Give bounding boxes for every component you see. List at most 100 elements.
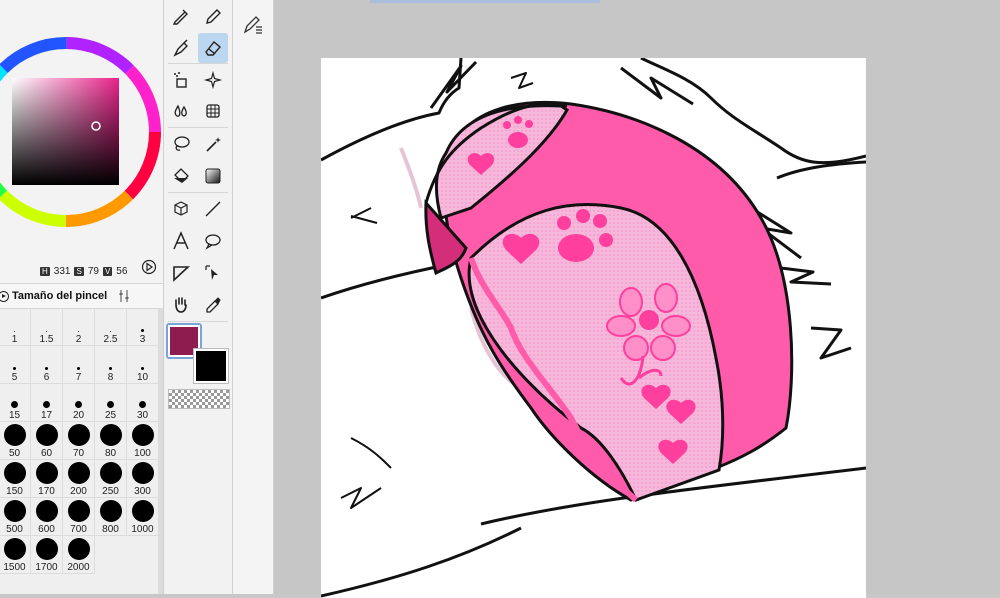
brush-size-dot xyxy=(75,401,82,408)
brush-size-option[interactable]: 1700 xyxy=(31,536,63,574)
brush-size-option[interactable]: 1500 xyxy=(0,536,31,574)
brush-size-option[interactable]: 100 xyxy=(127,422,159,460)
brush-size-dot xyxy=(3,424,26,446)
brush-size-option[interactable]: 170 xyxy=(31,460,63,498)
gradient-tool[interactable] xyxy=(198,161,228,191)
brush-size-option[interactable]: 600 xyxy=(31,498,63,536)
s-label: S xyxy=(74,267,84,276)
brush-size-dot xyxy=(131,462,154,484)
hand-tool[interactable] xyxy=(166,290,196,320)
eyedropper-tool[interactable] xyxy=(198,290,228,320)
brush-size-dot xyxy=(141,329,144,332)
brush-size-dot xyxy=(99,424,122,446)
settings-sliders-icon[interactable] xyxy=(117,289,131,303)
speech-bubble-tool[interactable] xyxy=(198,226,228,256)
brush-size-label: 1 xyxy=(11,334,18,345)
hsv-readout: H 331 S 79 V 56 xyxy=(40,266,127,277)
brush-size-dot xyxy=(78,331,79,332)
sub-color-swatch[interactable] xyxy=(193,348,229,384)
brush-size-option[interactable]: 25 xyxy=(95,384,127,422)
brush-size-label: 15 xyxy=(8,410,21,421)
brush-size-label: 7 xyxy=(75,372,82,383)
transparent-color-swatch[interactable] xyxy=(168,389,230,409)
spray-tool[interactable] xyxy=(166,65,196,95)
brush-size-option[interactable]: 17 xyxy=(31,384,63,422)
brush-size-title: Tamaño del pincel xyxy=(12,290,108,302)
brush-size-label: 10 xyxy=(136,372,149,383)
water-tool[interactable] xyxy=(166,96,196,126)
brush-size-dot xyxy=(35,500,58,522)
brush-size-option[interactable]: 250 xyxy=(95,460,127,498)
text-tool[interactable] xyxy=(166,226,196,256)
brush-size-dot xyxy=(67,462,90,484)
color-wheel[interactable] xyxy=(0,0,163,283)
brush-size-label: 2 xyxy=(75,334,82,345)
brush-size-option[interactable]: 6 xyxy=(31,346,63,384)
h-label: H xyxy=(40,267,50,276)
eraser-tool[interactable] xyxy=(198,33,228,63)
brush-size-option[interactable]: 300 xyxy=(127,460,159,498)
brush-size-option[interactable]: 3 xyxy=(127,308,159,346)
brush-size-label: 500 xyxy=(6,524,23,535)
3d-tool[interactable] xyxy=(166,194,196,224)
brush-size-option[interactable]: 30 xyxy=(127,384,159,422)
brush-size-option[interactable]: 60 xyxy=(31,422,63,460)
brush-size-dot xyxy=(3,500,26,522)
pen-icon xyxy=(172,9,188,25)
collapse-icon[interactable] xyxy=(0,290,9,302)
brush-size-label: 1500 xyxy=(3,562,26,573)
brush-size-option[interactable]: 1.5 xyxy=(31,308,63,346)
ruler-tool[interactable] xyxy=(166,258,196,288)
play-icon[interactable] xyxy=(141,259,157,275)
brush-size-dot xyxy=(99,500,122,522)
side-strip xyxy=(233,0,274,594)
color-panel: H 331 S 79 V 56 xyxy=(0,0,163,283)
brush-size-option[interactable]: 5 xyxy=(0,346,31,384)
pencil-tool[interactable] xyxy=(198,1,228,31)
brush-size-option[interactable]: 1000 xyxy=(127,498,159,536)
brush-size-dot xyxy=(141,367,144,370)
brush-size-option[interactable]: 80 xyxy=(95,422,127,460)
select-tool[interactable] xyxy=(198,258,228,288)
pencil-icon xyxy=(206,9,221,24)
brush-size-label: 700 xyxy=(70,524,87,535)
brush-size-option[interactable]: 15 xyxy=(0,384,31,422)
brush-size-label: 80 xyxy=(104,448,117,459)
brush-tool[interactable] xyxy=(166,33,196,63)
lasso-tool[interactable] xyxy=(166,129,196,159)
layer-property-button[interactable] xyxy=(239,10,267,38)
brush-size-option[interactable]: 2 xyxy=(63,308,95,346)
drawing-canvas[interactable] xyxy=(321,58,866,598)
transform-tool[interactable] xyxy=(198,96,228,126)
brush-scrollbar[interactable] xyxy=(158,308,163,594)
magic-wand-tool[interactable] xyxy=(198,129,228,159)
brush-icon xyxy=(173,39,188,57)
brush-size-option[interactable]: 2.5 xyxy=(95,308,127,346)
brush-size-dot xyxy=(67,500,90,522)
brush-size-option[interactable]: 10 xyxy=(127,346,159,384)
brush-size-dot xyxy=(3,462,26,484)
brush-size-header: Tamaño del pincel xyxy=(0,283,163,309)
brush-size-option[interactable]: 20 xyxy=(63,384,95,422)
brush-size-option[interactable]: 8 xyxy=(95,346,127,384)
saturation-value-square[interactable] xyxy=(12,78,119,185)
brush-size-dot xyxy=(99,462,122,484)
brush-size-option[interactable]: 500 xyxy=(0,498,31,536)
pen-tool[interactable] xyxy=(166,1,196,31)
brush-size-option[interactable]: 70 xyxy=(63,422,95,460)
brush-size-option[interactable]: 1 xyxy=(0,308,31,346)
brush-size-option[interactable]: 200 xyxy=(63,460,95,498)
brush-size-option[interactable]: 150 xyxy=(0,460,31,498)
brush-size-option[interactable]: 700 xyxy=(63,498,95,536)
brush-size-label: 2000 xyxy=(67,562,90,573)
sparkle-tool[interactable] xyxy=(198,65,228,95)
brush-size-option[interactable]: 800 xyxy=(95,498,127,536)
toolbar xyxy=(164,0,233,594)
brush-size-dot xyxy=(3,538,26,560)
line-tool[interactable] xyxy=(198,194,228,224)
fill-tool[interactable] xyxy=(166,161,196,191)
brush-size-dot xyxy=(13,367,16,370)
brush-size-option[interactable]: 2000 xyxy=(63,536,95,574)
brush-size-option[interactable]: 50 xyxy=(0,422,31,460)
brush-size-option[interactable]: 7 xyxy=(63,346,95,384)
